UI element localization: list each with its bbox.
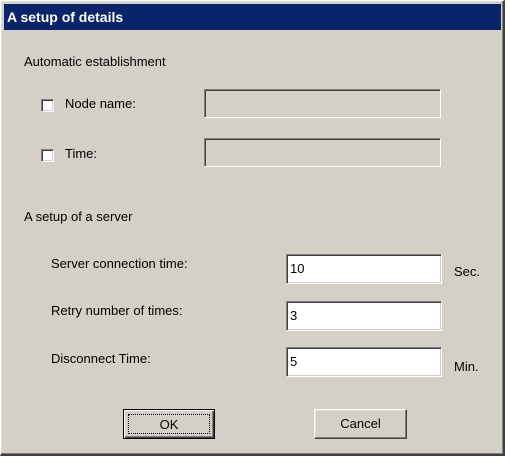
retry-count-input[interactable]: 3 [286, 301, 442, 331]
node-name-label: Node name: [65, 96, 136, 111]
time-label: Time: [65, 146, 98, 161]
server-connection-time-label: Server connection time: [51, 256, 188, 271]
setup-details-dialog: A setup of details Automatic establishme… [0, 0, 505, 456]
minutes-unit-label: Min. [454, 359, 479, 374]
node-name-checkbox[interactable] [41, 99, 54, 112]
server-connection-time-input[interactable]: 10 [286, 254, 442, 284]
disconnect-time-input[interactable]: 5 [286, 347, 442, 377]
ok-button-label: OK [128, 414, 210, 434]
cancel-button[interactable]: Cancel [314, 409, 407, 439]
seconds-unit-label: Sec. [454, 264, 481, 279]
time-field[interactable] [204, 138, 441, 167]
retry-count-label: Retry number of times: [51, 303, 183, 318]
server-setup-heading: A setup of a server [24, 209, 133, 224]
time-checkbox[interactable] [41, 149, 54, 162]
automatic-establishment-heading: Automatic establishment [24, 54, 166, 69]
disconnect-time-label: Disconnect Time: [51, 351, 151, 366]
node-name-field[interactable] [204, 89, 441, 118]
dialog-title: A setup of details [4, 4, 501, 30]
ok-button[interactable]: OK [123, 409, 215, 439]
